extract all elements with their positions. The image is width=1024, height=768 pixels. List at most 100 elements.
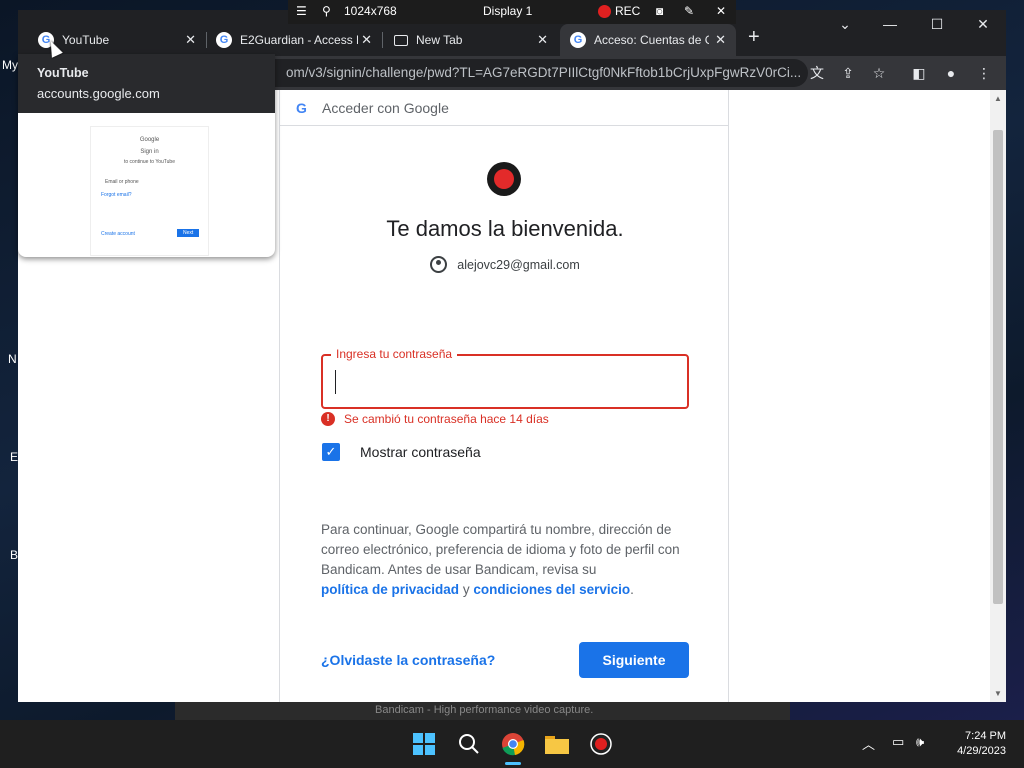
thumb-field: Email or phone: [105, 179, 139, 185]
maximize-button[interactable]: ☐: [926, 16, 948, 33]
thumb-heading: Sign in: [140, 149, 159, 155]
recording-display: Display 1: [483, 4, 533, 18]
password-input[interactable]: [335, 370, 675, 394]
tab-close-icon[interactable]: ✕: [185, 32, 196, 48]
error-icon: !: [321, 412, 335, 426]
consent-notice: Para continuar, Google compartirá tu nom…: [321, 520, 693, 600]
tab-acceso-cuentas[interactable]: G Acceso: Cuentas de G ✕: [560, 24, 736, 56]
tab-close-icon[interactable]: ✕: [715, 32, 726, 48]
bookmark-star-icon[interactable]: ☆: [870, 64, 888, 82]
bandicam-logo-icon: [487, 162, 521, 196]
google-favicon-icon: G: [216, 32, 232, 48]
record-button[interactable]: REC: [598, 4, 640, 18]
consent-text: Para continuar, Google compartirá tu nom…: [321, 522, 680, 577]
share-icon[interactable]: ⇪: [839, 64, 857, 82]
password-error: ! Se cambió tu contraseña hace 14 días: [321, 412, 549, 426]
password-error-text: Se cambió tu contraseña hace 14 días: [344, 412, 549, 426]
hover-card-header: YouTube accounts.google.com: [18, 54, 275, 113]
signin-header: G Acceder con Google: [280, 90, 728, 126]
hover-card-domain: accounts.google.com: [37, 86, 160, 101]
new-tab-button[interactable]: +: [748, 26, 760, 49]
tab-e2guardian[interactable]: G E2Guardian - Access D ✕: [206, 24, 382, 56]
thumb-forgot: Forgot email?: [101, 192, 132, 198]
volume-icon[interactable]: 🕪: [916, 734, 924, 750]
password-field[interactable]: Ingresa tu contraseña: [321, 347, 689, 409]
windows-logo-icon: [413, 733, 435, 755]
consent-conjunction: y: [462, 582, 470, 597]
search-icon: [459, 734, 479, 754]
scroll-down-icon[interactable]: ▼: [994, 689, 1002, 698]
recorder-overlay: ☰ ⚲ 1024x768 Display 1 REC ◙ ✎ ✕: [288, 0, 736, 24]
tab-title: New Tab: [416, 33, 463, 47]
password-label: Ingresa tu contraseña: [331, 347, 458, 361]
welcome-heading: Te damos la bienvenida.: [386, 216, 624, 241]
network-icon[interactable]: ▭: [892, 734, 904, 750]
hover-card-thumbnail: Google Sign in to continue to YouTube Em…: [90, 126, 209, 256]
record-label: REC: [615, 4, 641, 18]
scrollbar[interactable]: ▲ ▼: [990, 90, 1006, 702]
clock-time: 7:24 PM: [965, 730, 1006, 742]
google-logo-icon: G: [296, 99, 307, 116]
close-icon[interactable]: ✕: [716, 4, 726, 18]
thumb-create: Create account: [101, 231, 135, 237]
taskbar: ︿ ▭ 🕪 7:24 PM 4/29/2023: [0, 720, 1024, 768]
pin-icon[interactable]: ⚲: [322, 4, 331, 18]
chrome-icon: [502, 733, 525, 756]
start-button[interactable]: [412, 732, 436, 756]
clock-date: 4/29/2023: [957, 745, 1006, 757]
address-bar[interactable]: om/v3/signin/challenge/pwd?TL=AG7eRGDt7P…: [218, 59, 808, 87]
desktop-icon-label[interactable]: B: [10, 548, 18, 562]
tab-title: YouTube: [62, 33, 110, 47]
account-circle-icon: [430, 256, 448, 273]
page-icon: [394, 34, 408, 46]
tray-chevron-icon[interactable]: ︿: [862, 734, 875, 753]
address-url: om/v3/signin/challenge/pwd?TL=AG7eRGDt7P…: [286, 65, 802, 80]
minimize-button[interactable]: —: [879, 16, 901, 32]
desktop-icon-label[interactable]: My: [2, 58, 18, 72]
tab-hover-card: YouTube accounts.google.com Google Sign …: [18, 54, 275, 257]
thumb-brand: Google: [139, 137, 160, 143]
desktop-icon-label[interactable]: N: [8, 352, 17, 366]
consent-period: .: [630, 582, 634, 597]
privacy-policy-link[interactable]: política de privacidad: [321, 582, 459, 597]
next-button[interactable]: Siguiente: [579, 642, 689, 678]
terms-of-service-link[interactable]: condiciones del servicio: [473, 582, 630, 597]
folder-icon: [545, 736, 569, 754]
more-menu-icon[interactable]: ⋮: [975, 64, 993, 82]
tab-close-icon[interactable]: ✕: [361, 32, 372, 48]
tab-search-chevron-icon[interactable]: ⌄: [834, 16, 856, 33]
thumb-subtitle: to continue to YouTube: [124, 159, 175, 165]
translate-icon[interactable]: 文: [808, 64, 826, 82]
show-password-toggle[interactable]: ✓ Mostrar contraseña: [322, 443, 481, 461]
google-favicon-icon: G: [570, 32, 586, 48]
taskbar-bandicam[interactable]: [589, 732, 613, 756]
recording-resolution: 1024x768: [344, 4, 397, 18]
signin-card: G Acceder con Google Te damos la bienven…: [279, 90, 729, 702]
hover-card-title: YouTube: [37, 66, 89, 80]
checkbox-checked-icon[interactable]: ✓: [322, 443, 340, 461]
profile-icon[interactable]: ●: [942, 64, 960, 82]
record-icon: [598, 4, 611, 18]
scroll-up-icon[interactable]: ▲: [994, 94, 1002, 103]
clock[interactable]: 7:24 PM 4/29/2023: [957, 729, 1006, 759]
show-password-label: Mostrar contraseña: [360, 444, 481, 460]
scrollbar-thumb[interactable]: [993, 130, 1003, 604]
tab-new-tab[interactable]: New Tab ✕: [382, 24, 558, 56]
side-panel-icon[interactable]: ◧: [910, 64, 928, 82]
desktop-icon-label[interactable]: E: [10, 450, 18, 464]
account-chip[interactable]: alejovc29@gmail.com: [280, 256, 730, 273]
background-window-title: Bandicam - High performance video captur…: [175, 700, 790, 720]
taskbar-chrome[interactable]: [501, 732, 525, 756]
thumb-next: Next: [177, 229, 200, 237]
taskbar-file-explorer[interactable]: [545, 732, 569, 756]
signin-header-title: Acceder con Google: [322, 99, 449, 116]
camera-icon[interactable]: ◙: [656, 4, 663, 18]
pencil-icon[interactable]: ✎: [684, 4, 694, 18]
forgot-password-link[interactable]: ¿Olvidaste la contraseña?: [321, 652, 495, 668]
active-app-indicator: [505, 762, 521, 765]
menu-icon[interactable]: ☰: [296, 4, 307, 18]
tab-close-icon[interactable]: ✕: [537, 32, 548, 48]
search-button[interactable]: [457, 732, 481, 756]
account-email: alejovc29@gmail.com: [457, 257, 580, 272]
window-close-button[interactable]: ✕: [972, 16, 994, 33]
